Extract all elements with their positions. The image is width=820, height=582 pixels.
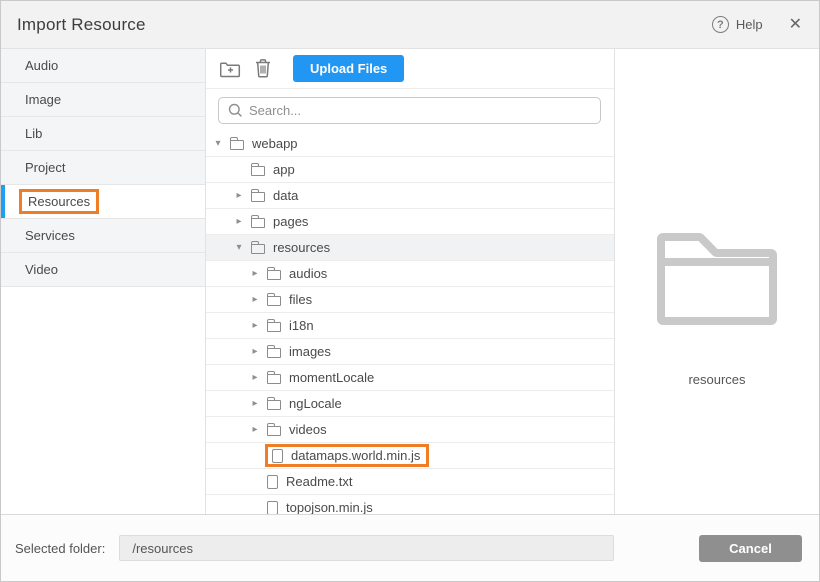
file-icon bbox=[272, 449, 283, 463]
tree-row[interactable]: ▸ data bbox=[206, 183, 614, 209]
file-tree: ▾webapp▾app▸data▸pages▾resources▸audios▸… bbox=[206, 131, 614, 514]
tree-item-label: app bbox=[273, 162, 295, 177]
sidebar-item-image[interactable]: Image bbox=[1, 83, 205, 117]
close-icon[interactable]: ✕ bbox=[789, 17, 802, 33]
sidebar-item-label: Video bbox=[25, 262, 58, 277]
tree-row[interactable]: ▾ resources bbox=[206, 235, 614, 261]
chevron-right-icon[interactable]: ▸ bbox=[249, 268, 261, 279]
tree-item-label: data bbox=[273, 188, 298, 203]
folder-icon bbox=[251, 192, 265, 202]
sidebar-item-resources[interactable]: Resources bbox=[1, 185, 205, 219]
sidebar-item-video[interactable]: Video bbox=[1, 253, 205, 287]
sidebar: Audio Image Lib Project Resources Services Vid… bbox=[1, 49, 206, 514]
import-resource-dialog: Import Resource ? Help ✕ Audio Image Lib Pr… bbox=[0, 0, 820, 582]
search-row bbox=[206, 89, 614, 131]
tree-item-label: pages bbox=[273, 214, 308, 229]
tree-item-label: audios bbox=[289, 266, 327, 281]
sidebar-item-project[interactable]: Project bbox=[1, 151, 205, 185]
folder-icon bbox=[251, 166, 265, 176]
sidebar-item-services[interactable]: Services bbox=[1, 219, 205, 253]
folder-icon bbox=[230, 140, 244, 150]
preview-folder-label: resources bbox=[688, 372, 745, 387]
folder-icon bbox=[267, 374, 281, 384]
sidebar-item-label: Resources bbox=[19, 189, 99, 214]
chevron-right-icon[interactable]: ▸ bbox=[249, 424, 261, 435]
folder-icon bbox=[267, 426, 281, 436]
dialog-title: Import Resource bbox=[17, 15, 146, 35]
sidebar-item-label: Image bbox=[25, 92, 61, 107]
tree-item-label: Readme.txt bbox=[286, 474, 352, 489]
folder-icon bbox=[267, 270, 281, 280]
chevron-down-icon[interactable]: ▾ bbox=[233, 242, 245, 253]
selected-folder-label: Selected folder: bbox=[15, 541, 105, 556]
header-actions: ? Help ✕ bbox=[712, 16, 802, 33]
tree-row[interactable]: ▸ audios bbox=[206, 261, 614, 287]
sidebar-item-audio[interactable]: Audio bbox=[1, 49, 205, 83]
dialog-header: Import Resource ? Help ✕ bbox=[1, 1, 819, 49]
tree-item-label: images bbox=[289, 344, 331, 359]
tree-item-label: momentLocale bbox=[289, 370, 374, 385]
folder-icon bbox=[251, 218, 265, 228]
folder-icon bbox=[267, 348, 281, 358]
main-panel: Upload Files ▾ webapp ▾app ▸ data ▸ pages ▾ reso… bbox=[206, 49, 615, 514]
help-link[interactable]: Help bbox=[736, 17, 763, 32]
trash-icon[interactable] bbox=[252, 58, 274, 80]
tree-row[interactable]: ▸ pages bbox=[206, 209, 614, 235]
selected-folder-input[interactable] bbox=[119, 535, 614, 561]
dialog-footer: Selected folder: Cancel bbox=[1, 514, 819, 581]
tree-row[interactable]: ▸ videos bbox=[206, 417, 614, 443]
tree-item-label: webapp bbox=[252, 136, 298, 151]
tree-row[interactable]: ▸ ngLocale bbox=[206, 391, 614, 417]
file-icon bbox=[267, 475, 278, 489]
tree-row[interactable]: ▸ momentLocale bbox=[206, 365, 614, 391]
chevron-right-icon[interactable]: ▸ bbox=[233, 216, 245, 227]
folder-icon bbox=[267, 400, 281, 410]
tree-row[interactable]: ▸ i18n bbox=[206, 313, 614, 339]
tree-row[interactable]: ▾app bbox=[206, 157, 614, 183]
cancel-button[interactable]: Cancel bbox=[699, 535, 802, 562]
upload-files-button[interactable]: Upload Files bbox=[293, 55, 404, 82]
chevron-down-icon[interactable]: ▾ bbox=[212, 138, 224, 149]
chevron-right-icon[interactable]: ▸ bbox=[249, 320, 261, 331]
sidebar-item-label: Lib bbox=[25, 126, 42, 141]
tree-row[interactable]: ▸ images bbox=[206, 339, 614, 365]
tree-item-label: resources bbox=[273, 240, 330, 255]
dialog-body: Audio Image Lib Project Resources Services Vid… bbox=[1, 49, 819, 514]
tree-item-label: topojson.min.js bbox=[286, 500, 373, 514]
tree-item-label: ngLocale bbox=[289, 396, 342, 411]
tree-row[interactable]: ▾topojson.min.js bbox=[206, 495, 614, 514]
toolbar: Upload Files bbox=[206, 49, 614, 89]
preview-panel: resources bbox=[615, 49, 819, 514]
tree-row[interactable]: ▸ files bbox=[206, 287, 614, 313]
chevron-right-icon[interactable]: ▸ bbox=[249, 294, 261, 305]
new-folder-icon[interactable] bbox=[219, 58, 241, 80]
tree-row[interactable]: ▾ webapp bbox=[206, 131, 614, 157]
chevron-right-icon[interactable]: ▸ bbox=[249, 346, 261, 357]
chevron-right-icon[interactable]: ▸ bbox=[249, 372, 261, 383]
chevron-right-icon[interactable]: ▸ bbox=[249, 398, 261, 409]
sidebar-item-label: Services bbox=[25, 228, 75, 243]
tree-item-label: i18n bbox=[289, 318, 314, 333]
sidebar-item-label: Audio bbox=[25, 58, 58, 73]
tree-item-label: files bbox=[289, 292, 312, 307]
tree-row[interactable]: ▾Readme.txt bbox=[206, 469, 614, 495]
large-folder-icon bbox=[655, 229, 779, 330]
annotation-highlight: datamaps.world.min.js bbox=[265, 444, 429, 467]
folder-icon bbox=[267, 322, 281, 332]
help-icon[interactable]: ? bbox=[712, 16, 729, 33]
tree-row[interactable]: ▾datamaps.world.min.js bbox=[206, 443, 614, 469]
sidebar-item-label: Project bbox=[25, 160, 65, 175]
tree-item-label: videos bbox=[289, 422, 327, 437]
folder-icon bbox=[251, 244, 265, 254]
search-input[interactable] bbox=[218, 97, 601, 124]
tree-item-label: datamaps.world.min.js bbox=[291, 448, 420, 463]
chevron-right-icon[interactable]: ▸ bbox=[233, 190, 245, 201]
sidebar-item-lib[interactable]: Lib bbox=[1, 117, 205, 151]
folder-icon bbox=[267, 296, 281, 306]
file-icon bbox=[267, 501, 278, 515]
